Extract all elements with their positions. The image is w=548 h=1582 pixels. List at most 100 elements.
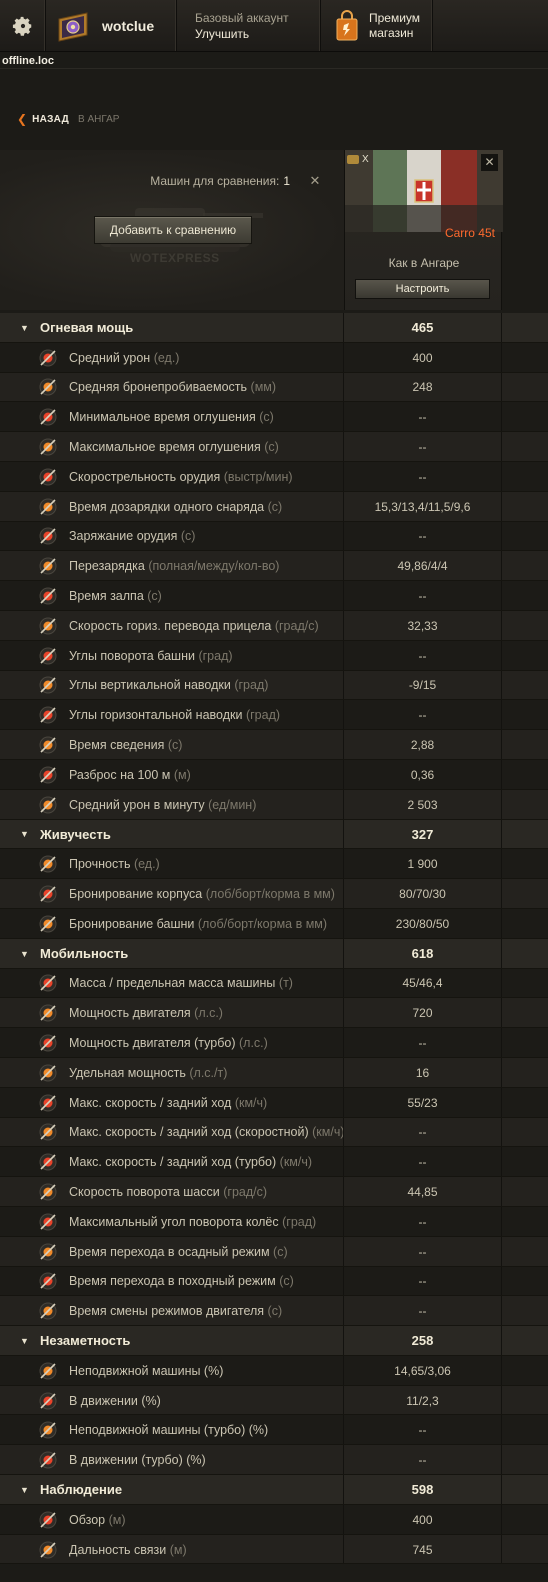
stat-value: -- xyxy=(418,648,427,663)
stat-value: -- xyxy=(418,1036,427,1051)
stat-value: -- xyxy=(418,1125,427,1140)
stat-value: -- xyxy=(418,1214,427,1229)
stat-value: -- xyxy=(418,440,427,455)
premium-shop-button[interactable]: Премиум магазин xyxy=(321,0,433,51)
column-divider xyxy=(343,1504,344,1535)
stat-row: Средний урон (ед.) 400 xyxy=(0,342,548,373)
stat-label: Углы вертикальной наводки (град) xyxy=(69,678,268,692)
stat-label: Заряжание орудия (с) xyxy=(69,529,195,543)
stat-row: Неподвижной машины (турбо) (%) -- xyxy=(0,1415,548,1446)
stat-label: Средний урон в минуту (ед/мин) xyxy=(69,798,256,812)
stat-row: Время перехода в походный режим (с) -- xyxy=(0,1266,548,1297)
section-header[interactable]: ▼ Огневая мощь 465 xyxy=(0,313,548,343)
dpm-icon xyxy=(37,794,59,816)
add-to-compare-button[interactable]: Добавить к сравнению xyxy=(94,216,252,244)
column-divider xyxy=(343,938,344,969)
section-title: Незаметность xyxy=(40,1333,131,1349)
stat-value: 248 xyxy=(412,380,433,395)
travel-mode-icon xyxy=(37,1270,59,1292)
premium-label-2: магазин xyxy=(369,25,414,40)
clear-compare-button[interactable]: ✕ xyxy=(306,172,324,190)
compare-count-label: Машин для сравнения: xyxy=(150,174,280,188)
stat-label-text: Дальность связи xyxy=(69,1542,167,1557)
stat-label: Макс. скорость / задний ход (скоростной)… xyxy=(69,1125,345,1139)
stat-label: Прочность (ед.) xyxy=(69,857,160,871)
stat-label: Бронирование корпуса (лоб/борт/корма в м… xyxy=(69,887,335,901)
stat-row: Макс. скорость / задний ход (км/ч) 55/23 xyxy=(0,1087,548,1118)
stat-label: Макс. скорость / задний ход (км/ч) xyxy=(69,1096,267,1110)
column-divider xyxy=(343,1236,344,1267)
upgrade-link[interactable]: Улучшить xyxy=(195,26,249,42)
shell-reload-icon xyxy=(37,496,59,518)
stat-row: Масса / предельная масса машины (т) 45/46… xyxy=(0,968,548,999)
stat-label-text: Время перехода в походный режим xyxy=(69,1274,276,1289)
column-divider xyxy=(501,849,502,880)
stat-row: Средний урон в минуту (ед/мин) 2 503 xyxy=(0,789,548,820)
radio-range-icon xyxy=(37,1539,59,1561)
section-title: Мобильность xyxy=(40,946,129,962)
stat-label-text: Обзор xyxy=(69,1512,106,1527)
breadcrumb: ❮ НАЗАД В АНГАР xyxy=(17,112,119,126)
stat-row: Скорость поворота шасси (град/с) 44,85 xyxy=(0,1177,548,1207)
column-divider xyxy=(501,432,502,462)
column-divider xyxy=(343,1326,344,1356)
turret-angles-icon xyxy=(37,645,59,667)
stat-value: 0,36 xyxy=(410,767,435,782)
elevation-icon xyxy=(37,674,59,696)
stat-label-text: Неподвижной машины (турбо) (%) xyxy=(69,1423,269,1438)
stat-unit: (лоб/борт/корма в мм) xyxy=(205,887,335,902)
section-header[interactable]: ▼ Живучесть 327 xyxy=(0,819,548,850)
column-divider xyxy=(501,789,502,820)
stat-unit: (с) xyxy=(264,440,279,455)
stat-unit: (км/ч) xyxy=(312,1125,345,1140)
remove-vehicle-button[interactable]: ✕ xyxy=(481,154,498,171)
stat-row: Время дозарядки одного снаряда (с) 15,3/1… xyxy=(0,491,548,522)
column-divider xyxy=(501,610,502,641)
stat-label-text: Масса / предельная масса машины xyxy=(69,976,276,991)
stat-row: Макс. скорость / задний ход (скоростной)… xyxy=(0,1117,548,1148)
engine-power-icon xyxy=(37,1002,59,1024)
section-header[interactable]: ▼ Наблюдение 598 xyxy=(0,1475,548,1505)
stat-unit: (т) xyxy=(278,976,293,991)
section-header[interactable]: ▼ Мобильность 618 xyxy=(0,938,548,969)
stat-row: Скорость гориз. перевода прицела (град/с… xyxy=(0,610,548,641)
column-divider xyxy=(501,1147,502,1178)
stat-unit: (с) xyxy=(147,589,162,604)
penetration-icon xyxy=(37,376,59,398)
stat-unit: (полная/между/кол-во) xyxy=(148,559,280,574)
column-divider xyxy=(501,759,502,790)
account-upgrade[interactable]: Базовый аккаунт Улучшить xyxy=(177,0,321,51)
stat-label-text: Время смены режимов двигателя xyxy=(69,1304,265,1319)
stat-row: Время сведения (с) 2,88 xyxy=(0,730,548,760)
stat-label-text: Скорость поворота шасси xyxy=(69,1185,220,1199)
watermark: WOTEXPRESS xyxy=(130,251,220,265)
stat-value: -- xyxy=(418,708,427,723)
vehicle-config-state: Как в Ангаре xyxy=(388,256,460,270)
stat-row: Время смены режимов двигателя (с) -- xyxy=(0,1296,548,1327)
damage-icon xyxy=(37,347,59,369)
section-header[interactable]: ▼ Незаметность 258 xyxy=(0,1326,548,1356)
stat-unit: (град/с) xyxy=(223,1185,268,1199)
stat-unit: (м) xyxy=(173,767,191,782)
stat-value: 55/23 xyxy=(407,1095,438,1110)
column-divider xyxy=(501,491,502,522)
settings-button[interactable] xyxy=(0,0,46,51)
compare-count-value: 1 xyxy=(283,174,290,188)
column-divider xyxy=(343,1534,344,1565)
stat-unit: (с) xyxy=(167,738,183,753)
column-divider xyxy=(501,1475,502,1505)
back-button[interactable]: НАЗАД xyxy=(32,114,69,125)
column-divider xyxy=(343,491,344,522)
configure-button[interactable]: Настроить xyxy=(355,279,490,299)
stat-label-text: Разброс на 100 м xyxy=(69,767,171,782)
stat-row: Бронирование корпуса (лоб/борт/корма в м… xyxy=(0,879,548,909)
stat-label-text: Средняя бронепробиваемость xyxy=(69,380,248,395)
stat-label-text: В движении (%) xyxy=(69,1393,161,1408)
compare-count: Машин для сравнения: 1 xyxy=(150,174,290,188)
column-divider xyxy=(343,879,344,909)
stat-label-text: Макс. скорость / задний ход (скоростной) xyxy=(69,1125,309,1140)
chevron-left-icon: ❮ xyxy=(17,112,28,126)
stat-unit: (град/с) xyxy=(274,618,319,633)
column-divider xyxy=(501,1415,502,1446)
user-profile[interactable]: wotclue xyxy=(46,0,177,51)
